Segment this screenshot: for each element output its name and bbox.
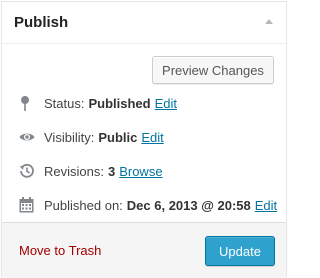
history-icon: [19, 162, 37, 180]
move-to-trash-link[interactable]: Move to Trash: [19, 243, 101, 258]
published-on-label: Published on:: [44, 197, 123, 213]
collapse-toggle-icon[interactable]: [265, 19, 273, 24]
revisions-count: 3: [107, 163, 116, 179]
update-button[interactable]: Update: [205, 236, 275, 266]
revisions-browse-link[interactable]: Browse: [119, 164, 162, 179]
published-on-edit-link[interactable]: Edit: [255, 198, 277, 213]
visibility-value: Public: [98, 129, 138, 145]
published-on-row: Published on: Dec 6, 2013 @ 20:58 Edit: [19, 195, 277, 215]
status-edit-link[interactable]: Edit: [155, 96, 177, 111]
pin-icon: [19, 94, 37, 112]
published-on-value: Dec 6, 2013 @ 20:58: [126, 197, 251, 213]
major-publishing-actions: Move to Trash Update: [2, 222, 286, 277]
visibility-label: Visibility:: [44, 129, 95, 145]
publish-metabox: Publish Preview Changes Status: Publishe…: [1, 1, 287, 277]
status-row: Status: Published Edit: [19, 93, 177, 113]
metabox-title: Publish: [14, 14, 69, 31]
revisions-row: Revisions: 3 Browse: [19, 161, 163, 181]
calendar-icon: [19, 196, 37, 214]
revisions-label: Revisions:: [44, 163, 104, 179]
visibility-edit-link[interactable]: Edit: [141, 130, 163, 145]
visibility-row: Visibility: Public Edit: [19, 127, 164, 147]
eye-icon: [19, 128, 37, 146]
status-value: Published: [88, 95, 151, 111]
metabox-header: Publish: [2, 2, 286, 44]
preview-changes-button[interactable]: Preview Changes: [152, 56, 274, 84]
status-label: Status:: [44, 95, 85, 111]
